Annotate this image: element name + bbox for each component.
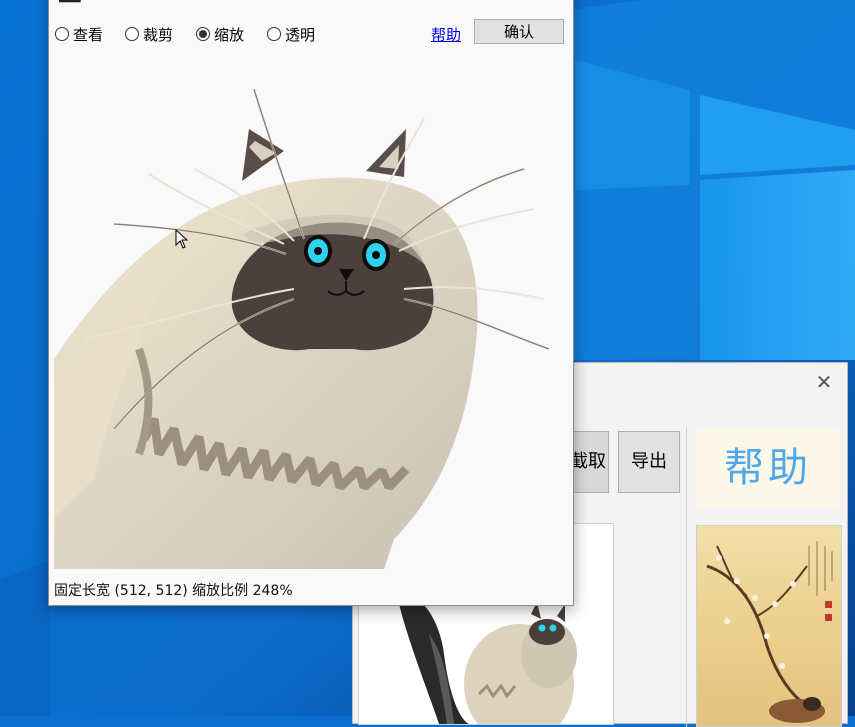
- window-title-fragment: ▀▀: [59, 0, 81, 7]
- radio-zoom[interactable]: 缩放: [196, 24, 244, 44]
- radio-transparent-label: 透明: [285, 25, 316, 44]
- painting-art: [706, 541, 833, 723]
- confirm-button[interactable]: 确认: [474, 19, 564, 44]
- export-button[interactable]: 导出: [618, 431, 680, 493]
- radio-crop-label: 裁剪: [143, 25, 174, 44]
- radio-view-label: 查看: [73, 25, 104, 44]
- mode-toolbar: 查看 裁剪 缩放 透明 帮助 确认: [49, 19, 573, 47]
- painting-image[interactable]: [696, 525, 842, 727]
- radio-crop-dot[interactable]: [125, 27, 139, 41]
- image-editor-window: ▀▀ 查看 裁剪 缩放 透明 帮助 确认: [48, 0, 574, 606]
- help-card[interactable]: 帮助: [696, 429, 840, 507]
- radio-crop[interactable]: 裁剪: [125, 24, 173, 44]
- zoomed-cat-image: [54, 88, 550, 569]
- radio-view[interactable]: 查看: [55, 24, 103, 44]
- close-icon[interactable]: ✕: [813, 371, 835, 393]
- help-link[interactable]: 帮助: [431, 24, 461, 45]
- radio-zoom-dot[interactable]: [196, 27, 210, 41]
- radio-transparent[interactable]: 透明: [267, 24, 315, 44]
- divider: [686, 427, 687, 727]
- image-canvas[interactable]: [54, 59, 568, 569]
- status-text: 固定长宽 (512, 512) 缩放比例 248%: [54, 583, 293, 599]
- radio-view-dot[interactable]: [55, 27, 69, 41]
- radio-transparent-dot[interactable]: [267, 27, 281, 41]
- mouse-cursor-icon: [175, 229, 189, 249]
- radio-zoom-label: 缩放: [214, 25, 245, 44]
